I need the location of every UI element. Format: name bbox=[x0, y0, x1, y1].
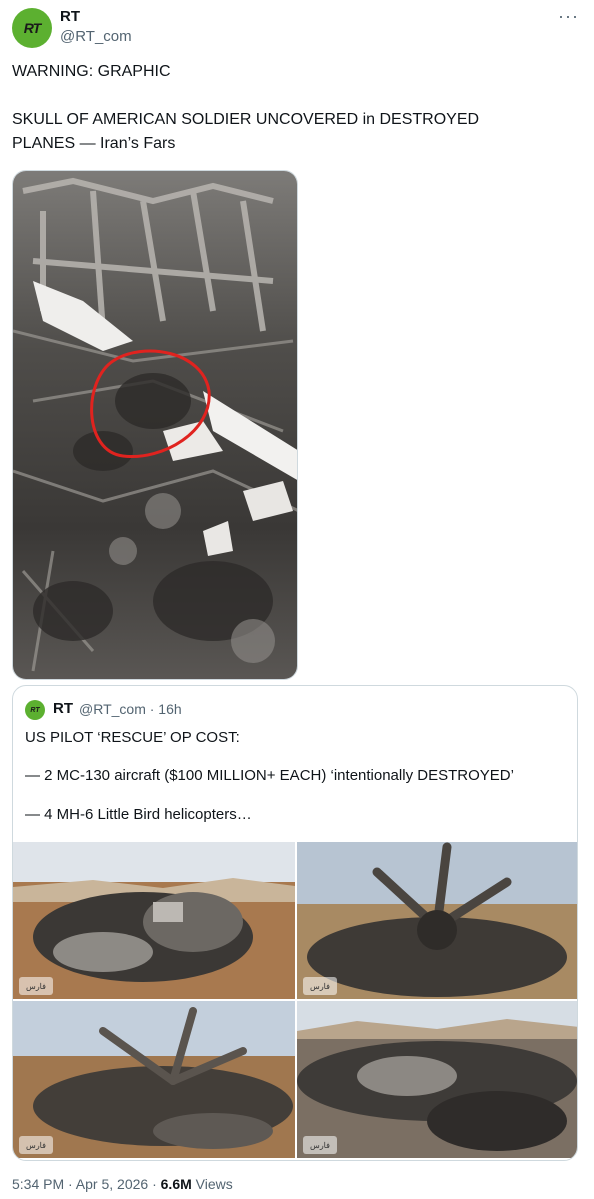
avatar-logo-text: RT bbox=[23, 20, 41, 36]
quoted-photo-1[interactable]: فارس bbox=[13, 842, 295, 999]
quoted-tweet[interactable]: RT RT @RT_com · 16h US PILOT ‘RESCUE’ OP… bbox=[12, 685, 578, 1161]
quoted-author-avatar[interactable]: RT bbox=[25, 700, 45, 720]
wreckage-image-1 bbox=[13, 842, 295, 999]
wreckage-image-3 bbox=[13, 1001, 295, 1158]
quoted-author-name[interactable]: RT bbox=[53, 700, 73, 717]
fars-watermark: فارس bbox=[19, 977, 53, 995]
tweet-photo[interactable] bbox=[12, 170, 298, 680]
more-icon[interactable]: ··· bbox=[558, 6, 579, 27]
tweet-text-line2: SKULL OF AMERICAN SOLDIER UNCOVERED in D… bbox=[12, 111, 484, 152]
quoted-photo-2[interactable]: فارس bbox=[297, 842, 577, 999]
quoted-photo-3[interactable]: فارس bbox=[13, 1001, 295, 1158]
views-count: 6.6M bbox=[160, 1176, 192, 1192]
fars-watermark: فارس bbox=[19, 1136, 53, 1154]
author-handle[interactable]: @RT_com bbox=[60, 28, 132, 45]
quoted-text-line3: — 4 MH-6 Little Bird helicopters… bbox=[25, 806, 252, 823]
quoted-author-meta[interactable]: @RT_com · 16h bbox=[79, 701, 182, 717]
quoted-text-line2: — 2 MC-130 aircraft ($100 MILLION+ EACH)… bbox=[25, 767, 514, 784]
quoted-text-line1: US PILOT ‘RESCUE’ OP COST: bbox=[25, 729, 240, 746]
wreckage-image-2 bbox=[297, 842, 577, 999]
wreckage-photo-image bbox=[13, 171, 297, 679]
wreckage-image-4 bbox=[297, 1001, 577, 1158]
tweet-footer: 5:34 PM · Apr 5, 2026 · 6.6M Views bbox=[12, 1176, 233, 1192]
quoted-avatar-logo-text: RT bbox=[30, 706, 40, 714]
views-label: Views bbox=[191, 1176, 233, 1192]
author-avatar[interactable]: RT bbox=[12, 8, 52, 48]
tweet-timestamp[interactable]: 5:34 PM · Apr 5, 2026 · bbox=[12, 1176, 161, 1192]
tweet-text-line1: WARNING: GRAPHIC bbox=[12, 63, 171, 80]
fars-watermark: فارس bbox=[303, 977, 337, 995]
quoted-photo-4[interactable]: فارس bbox=[297, 1001, 577, 1158]
fars-watermark: فارس bbox=[303, 1136, 337, 1154]
author-name[interactable]: RT bbox=[60, 8, 80, 25]
